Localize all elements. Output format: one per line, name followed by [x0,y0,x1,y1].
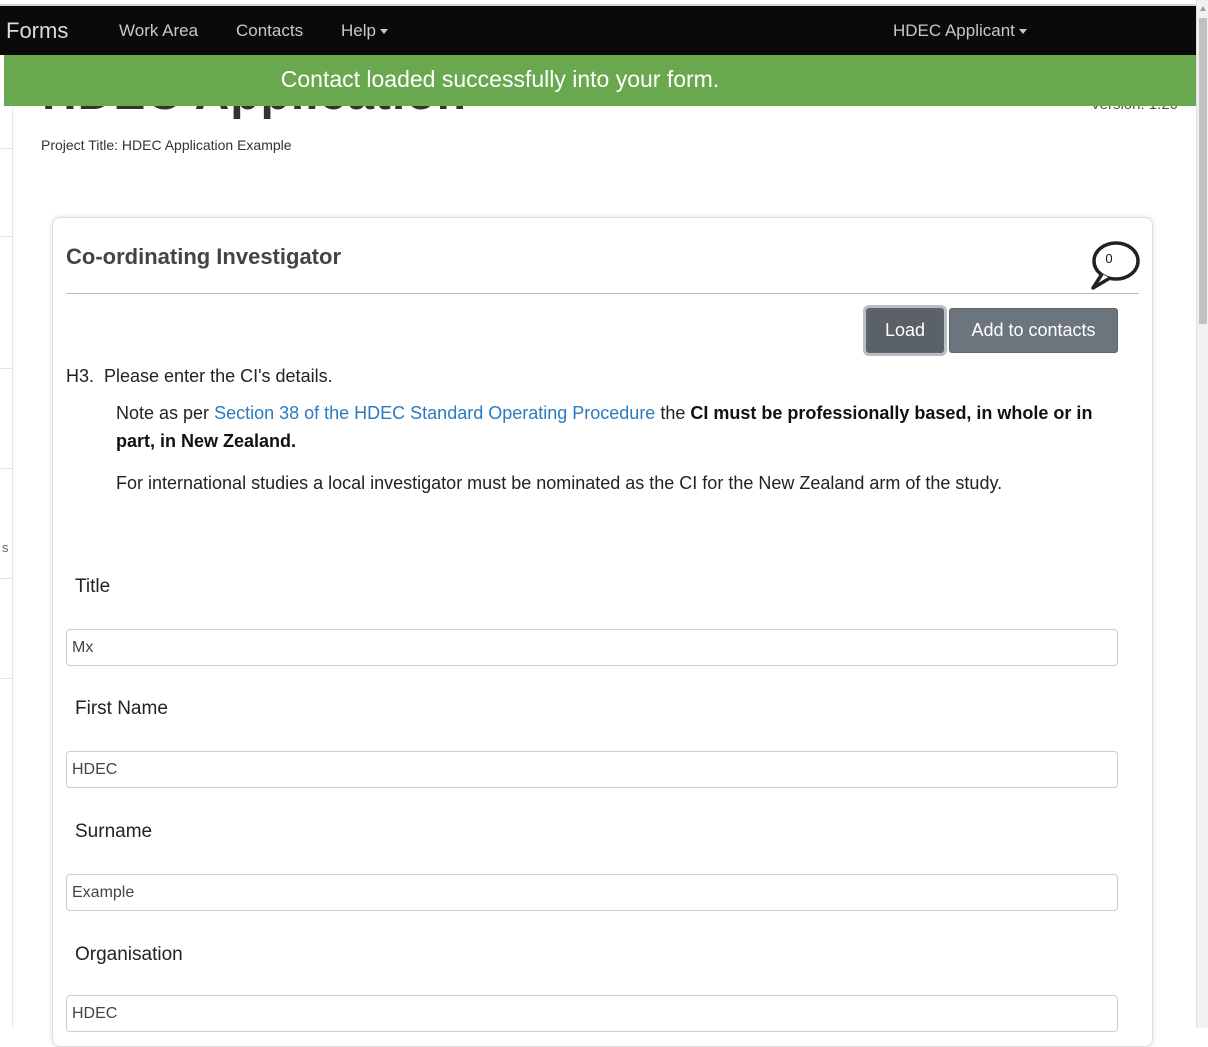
nav-work-area[interactable]: Work Area [119,21,198,41]
scrollbar-thumb[interactable] [1199,18,1207,324]
top-navbar: Forms Work Area Contacts Help HDEC Appli… [0,4,1196,55]
sidebar-divider [0,678,12,679]
note-middle: the [655,403,691,423]
nav-contacts[interactable]: Contacts [236,21,303,41]
title-input[interactable] [66,629,1118,666]
organisation-label: Organisation [75,944,183,965]
question-h3: H3. Please enter the CI's details. [66,366,333,386]
success-alert: Contact loaded successfully into your fo… [4,55,1196,106]
co-ordinating-investigator-panel: Co-ordinating Investigator 0 Load Add to… [52,217,1153,1047]
first-name-input[interactable] [66,751,1118,788]
comment-count-badge: 0 [1105,251,1113,266]
surname-input[interactable] [66,874,1118,911]
note-prefix: Note as per [116,403,215,423]
title-label: Title [75,576,111,597]
scroll-up-arrow-icon[interactable] [1200,6,1206,11]
sidebar-divider [0,368,12,369]
chevron-down-icon [1018,29,1027,35]
organisation-input[interactable] [66,995,1118,1032]
user-menu-dropdown[interactable]: HDEC Applicant [893,21,1027,41]
sidebar-divider [0,468,12,469]
first-name-label: First Name [75,698,168,719]
brand-link[interactable]: Forms [6,18,68,44]
panel-title: Co-ordinating Investigator [66,244,341,269]
project-title: Project Title: HDEC Application Example [41,137,292,153]
vertical-scrollbar[interactable] [1196,0,1208,1028]
add-to-contacts-button[interactable]: Add to contacts [949,308,1118,353]
sidebar-divider [0,148,12,149]
load-button[interactable]: Load [866,308,944,353]
panel-divider [66,293,1139,294]
international-note: For international studies a local invest… [116,473,1003,493]
sidebar-divider [0,578,12,579]
sidebar-divider [0,236,12,237]
surname-label: Surname [75,821,153,842]
collapsed-sidebar: s [0,108,13,1028]
user-menu-label: HDEC Applicant [893,21,1015,40]
nav-help-label: Help [341,21,376,40]
chevron-down-icon [379,29,388,35]
sop-section-38-link[interactable]: Section 38 of the HDEC Standard Operatin… [214,403,655,423]
nav-help-dropdown[interactable]: Help [341,21,388,41]
comment-icon[interactable] [1083,238,1143,294]
question-note: Note as per Section 38 of the HDEC Stand… [116,399,1116,455]
sidebar-item-label[interactable]: s [2,540,9,555]
